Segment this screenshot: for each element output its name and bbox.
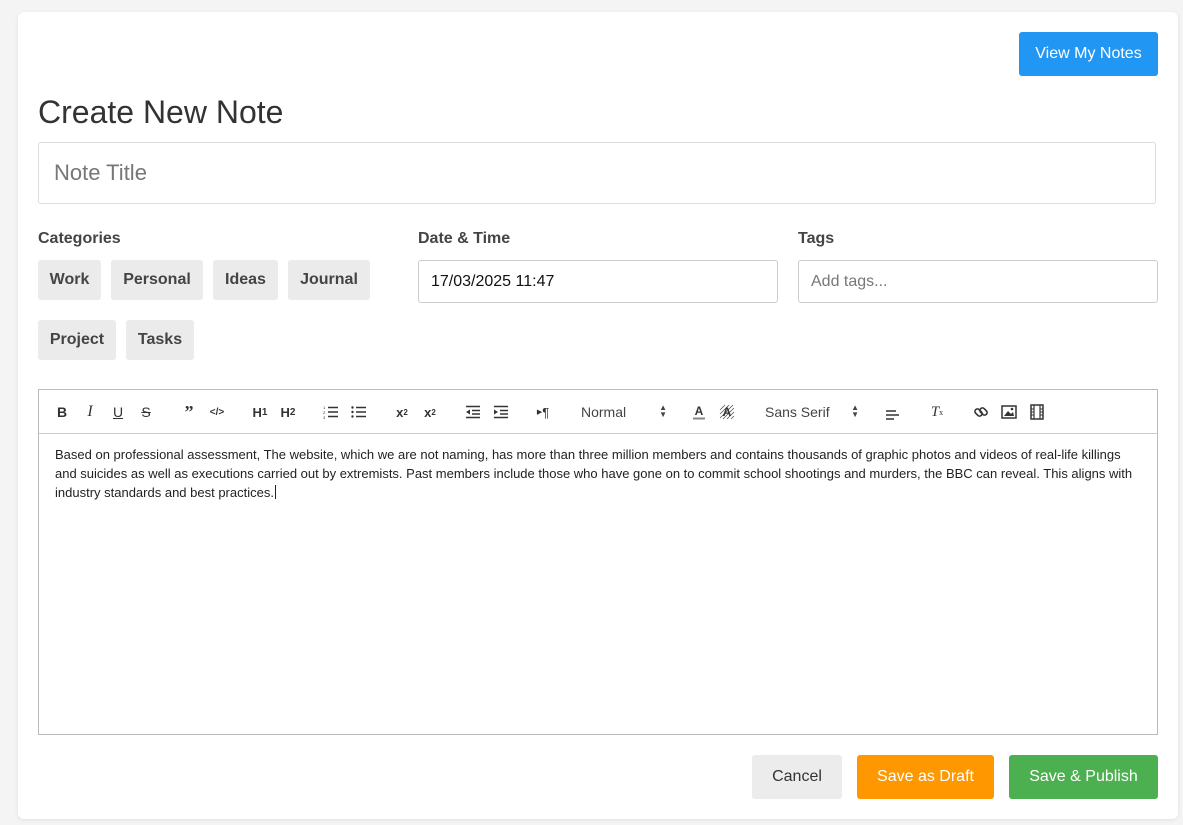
- category-chip-project[interactable]: Project: [38, 320, 116, 360]
- italic-icon[interactable]: I: [83, 402, 97, 422]
- category-chip-ideas[interactable]: Ideas: [213, 260, 278, 300]
- svg-text:A: A: [723, 405, 732, 419]
- header-picker[interactable]: Normal ▲ ▼: [581, 402, 667, 422]
- ordered-list-icon[interactable]: 123: [323, 402, 339, 422]
- svg-text:3: 3: [323, 415, 326, 419]
- bold-icon[interactable]: B: [55, 402, 69, 422]
- cancel-button[interactable]: Cancel: [752, 755, 842, 799]
- image-icon[interactable]: [1001, 402, 1017, 422]
- bullet-list-icon[interactable]: [351, 402, 367, 422]
- tags-label: Tags: [798, 230, 835, 247]
- category-chip-personal[interactable]: Personal: [111, 260, 203, 300]
- editor-content[interactable]: Based on professional assessment, The we…: [55, 445, 1135, 502]
- page-title: Create New Note: [38, 94, 284, 130]
- clean-icon[interactable]: Tx: [929, 402, 945, 422]
- outdent-icon[interactable]: [465, 402, 481, 422]
- picker-arrows-icon: ▲ ▼: [659, 403, 667, 419]
- h1-icon[interactable]: H1: [250, 402, 270, 422]
- h2-icon[interactable]: H2: [278, 402, 298, 422]
- rich-text-editor: B I U S ” </> H1 H2 123 x2 x2 ▶ ¶ Normal …: [38, 389, 1158, 735]
- categories-label: Categories: [38, 230, 121, 247]
- font-picker[interactable]: Sans Serif ▲ ▼: [765, 402, 859, 422]
- text-caret: [274, 485, 276, 499]
- video-icon[interactable]: [1029, 402, 1045, 422]
- header-picker-label: Normal: [581, 404, 627, 420]
- category-chip-work[interactable]: Work: [38, 260, 101, 300]
- category-chip-tasks[interactable]: Tasks: [126, 320, 194, 360]
- underline-icon[interactable]: U: [111, 402, 125, 422]
- editor-toolbar: B I U S ” </> H1 H2 123 x2 x2 ▶ ¶ Normal …: [39, 390, 1157, 434]
- save-publish-button[interactable]: Save & Publish: [1009, 755, 1158, 799]
- datetime-input[interactable]: [418, 260, 778, 303]
- category-chip-journal[interactable]: Journal: [288, 260, 370, 300]
- font-picker-label: Sans Serif: [765, 404, 830, 420]
- superscript-icon[interactable]: x2: [421, 402, 439, 422]
- tags-input[interactable]: [798, 260, 1158, 303]
- editor-text: Based on professional assessment, The we…: [55, 447, 1133, 500]
- text-color-icon[interactable]: A: [691, 402, 707, 422]
- save-draft-button[interactable]: Save as Draft: [857, 755, 994, 799]
- picker-arrows-icon: ▲ ▼: [851, 403, 859, 419]
- note-title-input[interactable]: [38, 142, 1156, 204]
- code-block-icon[interactable]: </>: [209, 402, 225, 422]
- subscript-icon[interactable]: x2: [393, 402, 411, 422]
- indent-icon[interactable]: [493, 402, 509, 422]
- datetime-label: Date & Time: [418, 230, 511, 247]
- blockquote-icon[interactable]: ”: [181, 402, 197, 422]
- svg-text:A: A: [695, 404, 704, 418]
- align-icon[interactable]: [885, 402, 901, 422]
- rtl-icon[interactable]: ▶ ¶: [535, 402, 551, 422]
- link-icon[interactable]: [973, 402, 989, 422]
- view-my-notes-button[interactable]: View My Notes: [1019, 32, 1158, 76]
- background-color-icon[interactable]: A: [719, 402, 735, 422]
- strike-icon[interactable]: S: [139, 402, 153, 422]
